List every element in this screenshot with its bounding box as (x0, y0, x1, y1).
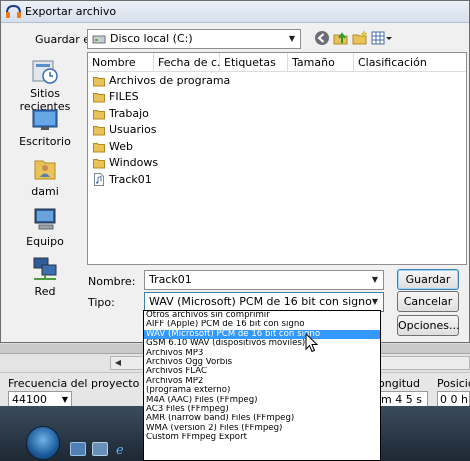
view-menu-icon[interactable] (371, 30, 393, 46)
file-type-select[interactable]: WAV (Microsoft) PCM de 16 bit con signo … (144, 292, 384, 312)
dropdown-option[interactable]: Archivos FLAC (144, 367, 380, 376)
folder-icon (93, 110, 105, 120)
dropdown-option[interactable]: Archivos MP2 (144, 377, 380, 386)
internet-explorer-icon[interactable]: e (114, 442, 130, 458)
filename-label: Nombre: (88, 275, 136, 288)
column-header-size[interactable]: Tamaño (288, 53, 354, 72)
dropdown-option[interactable]: AIFF (Apple) PCM de 16 bit con signo (144, 320, 380, 329)
audio-file-icon (94, 173, 104, 186)
list-item[interactable]: Web (93, 139, 133, 155)
type-label: Tipo: (88, 296, 115, 309)
chevron-down-icon: ▼ (371, 297, 379, 306)
desktop-icon (32, 109, 58, 130)
show-desktop-icon[interactable] (70, 442, 86, 456)
dropdown-option[interactable]: WAV (Microsoft) PCM de 16 bit con signo (144, 329, 380, 340)
place-desktop[interactable]: Escritorio (7, 107, 83, 148)
dropdown-option[interactable]: GSM 6.10 WAV (dispositivos móviles) (144, 339, 380, 348)
list-item[interactable]: Usuarios (93, 122, 157, 138)
list-item[interactable]: FILES (93, 89, 139, 105)
dropdown-option[interactable]: (programa externo) (144, 386, 380, 395)
cancel-button[interactable]: Cancelar (397, 291, 459, 312)
place-network[interactable]: Red (7, 255, 83, 298)
export-dialog: Exportar archivo Guardar en: Disco local… (0, 0, 470, 343)
place-computer[interactable]: Equipo (7, 205, 83, 248)
column-header-tags[interactable]: Etiquetas (220, 53, 288, 72)
chevron-down-icon: ▼ (371, 275, 379, 284)
dropdown-option[interactable]: Custom FFmpeg Export (144, 433, 380, 442)
back-icon[interactable] (314, 30, 330, 46)
list-item[interactable]: Windows (93, 155, 158, 171)
list-item[interactable]: Track01 (93, 172, 152, 188)
computer-icon (34, 208, 56, 230)
scroll-left-arrow-icon[interactable]: ◀ (113, 358, 123, 368)
svg-text:e: e (116, 443, 124, 456)
place-recent[interactable]: Sitios recientes (7, 57, 83, 113)
dialog-titlebar[interactable]: Exportar archivo (1, 1, 469, 23)
dropdown-option[interactable]: M4A (AAC) Files (FFmpeg) (144, 396, 380, 405)
new-folder-icon[interactable] (352, 30, 368, 46)
places-bar: Sitios recientes Escritorio dami Equipo … (7, 49, 83, 299)
position-label: Posició (437, 377, 470, 390)
mouse-pointer-icon (305, 333, 319, 353)
list-item[interactable]: Trabajo (93, 106, 149, 122)
dropdown-option[interactable]: Archivos MP3 (144, 349, 380, 358)
options-button[interactable]: Opciones... (397, 315, 459, 336)
dropdown-option[interactable]: Archivos Ogg Vorbis (144, 358, 380, 367)
dialog-title: Exportar archivo (25, 5, 117, 18)
file-type-dropdown-list[interactable]: Otros archivos sin comprimir AIFF (Apple)… (143, 310, 381, 461)
column-header-rating[interactable]: Clasificación (354, 53, 466, 72)
folder-icon (93, 93, 105, 103)
folder-icon (93, 159, 105, 169)
network-icon (33, 257, 57, 280)
drive-icon (92, 35, 106, 44)
length-label: ongitud (378, 377, 421, 390)
folder-icon (93, 143, 105, 153)
audacity-app-icon (6, 5, 21, 18)
list-item[interactable]: Archivos de programa (93, 73, 230, 89)
up-folder-icon[interactable] (333, 30, 349, 46)
column-header-name[interactable]: Nombre (88, 53, 154, 72)
save-button[interactable]: Guardar (397, 269, 459, 290)
dropdown-option[interactable]: Otros archivos sin comprimir (144, 311, 380, 320)
recent-places-icon (32, 60, 58, 84)
filename-input[interactable]: Track01 ▼ (144, 270, 384, 290)
column-header-date[interactable]: Fecha de c... (154, 53, 228, 72)
save-in-select[interactable]: Disco local (C:) ▼ (87, 29, 301, 49)
folder-icon (93, 77, 105, 87)
dropdown-option[interactable]: WMA (version 2) Files (FFmpeg) (144, 424, 380, 433)
file-list[interactable]: Nombre Fecha de c... Etiquetas Tamaño Cl… (87, 52, 467, 265)
start-button[interactable] (26, 426, 60, 460)
dropdown-option[interactable]: AMR (narrow band) Files (FFmpeg) (144, 414, 380, 423)
user-folder-icon (34, 160, 56, 180)
chevron-down-icon: ▼ (288, 34, 296, 43)
dropdown-option[interactable]: AC3 Files (FFmpeg) (144, 405, 380, 414)
switch-windows-icon[interactable] (92, 442, 108, 456)
folder-icon (93, 126, 105, 136)
place-user[interactable]: dami (7, 155, 83, 198)
